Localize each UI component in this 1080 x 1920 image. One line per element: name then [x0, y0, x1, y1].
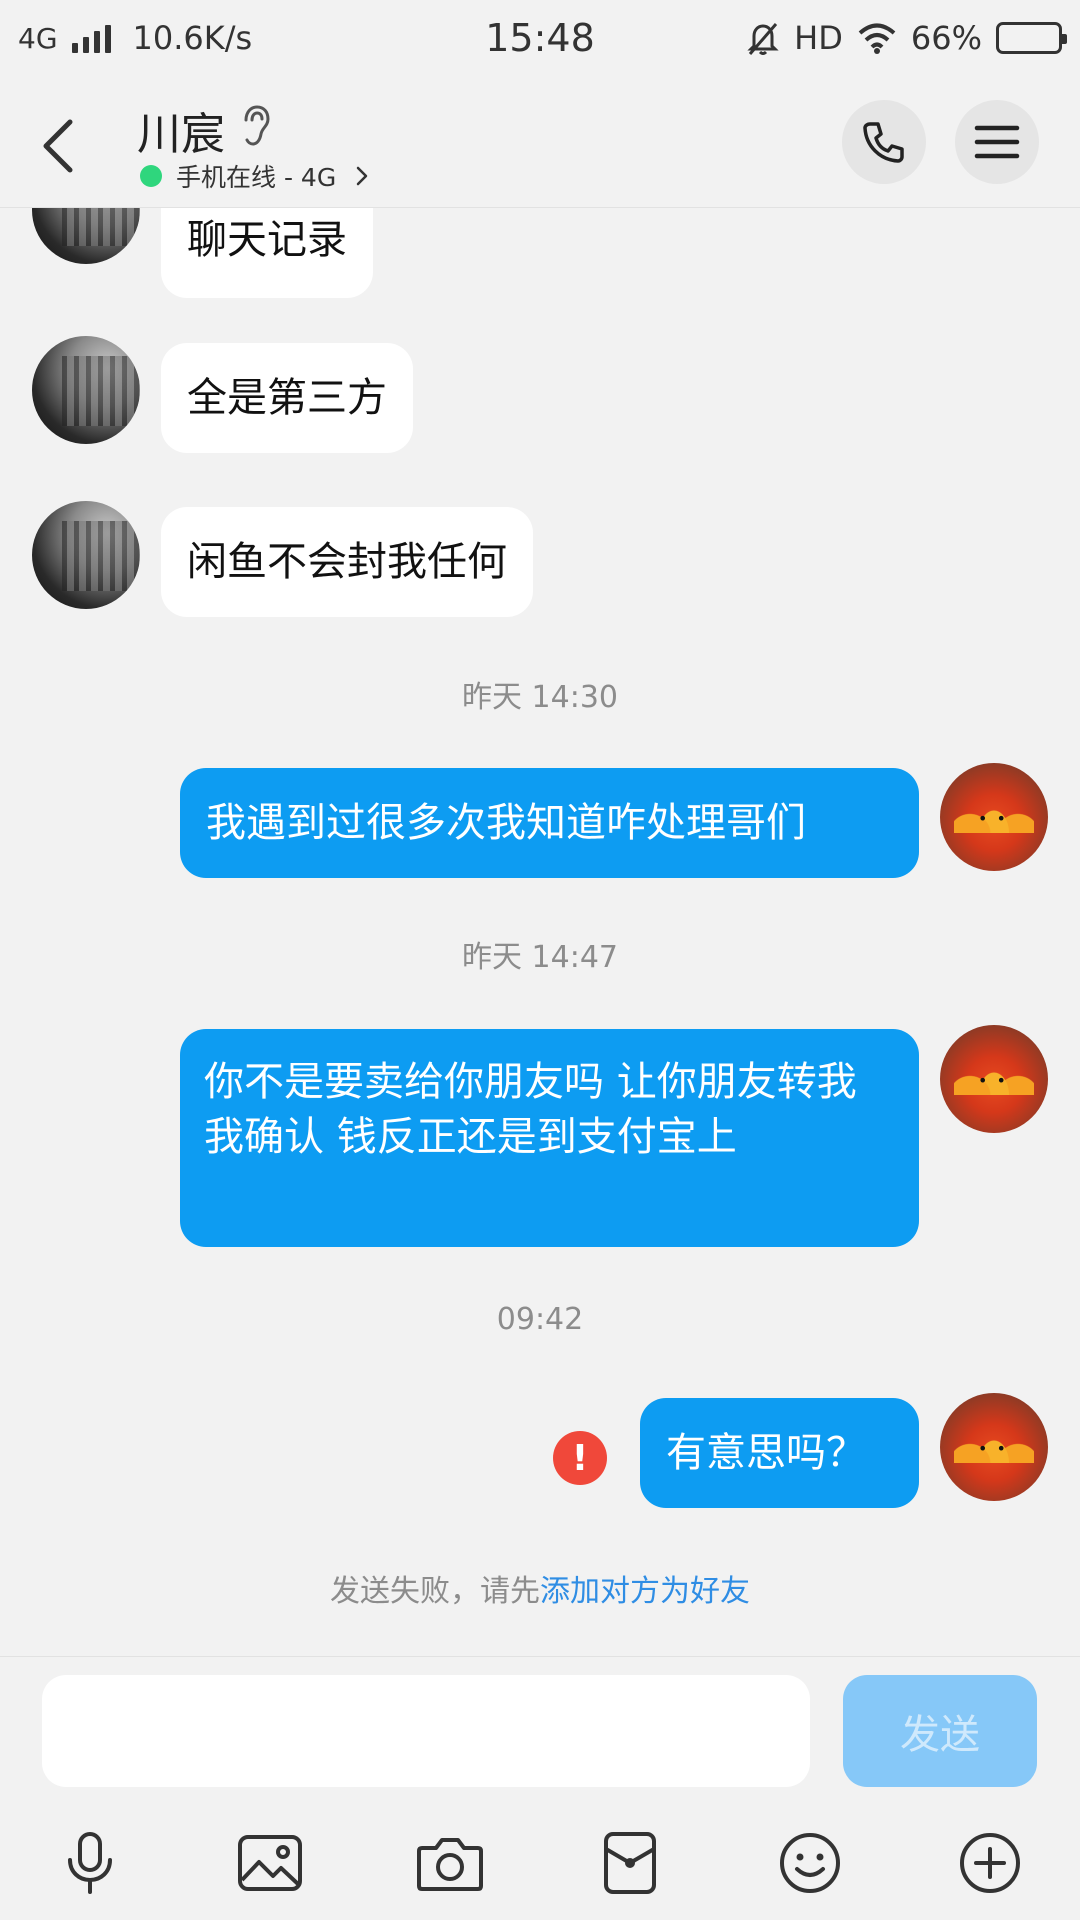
signal-icon — [71, 23, 111, 53]
battery-percent: 66% — [910, 19, 982, 57]
ear-icon[interactable] — [240, 104, 272, 148]
online-dot — [140, 165, 162, 187]
wifi-icon — [858, 23, 896, 54]
peer-avatar[interactable] — [32, 501, 140, 609]
back-button[interactable] — [32, 108, 92, 178]
message-bubble-outgoing[interactable]: 我遇到过很多次我知道咋处理哥们 — [180, 768, 919, 878]
microphone-icon — [68, 1832, 112, 1894]
more-button[interactable] — [954, 1827, 1026, 1899]
peer-avatar[interactable] — [32, 336, 140, 444]
chat-header: 川宸 手机在线 - 4G — [0, 76, 1080, 208]
message-bubble-incoming[interactable]: 闲鱼不会封我任何 — [161, 507, 533, 617]
plus-icon — [960, 1833, 1020, 1893]
voice-button[interactable] — [54, 1827, 126, 1899]
chat-message-list[interactable]: 聊天记录 全是第三方 闲鱼不会封我任何 昨天 14:30 我遇到过很多次我知道咋… — [0, 208, 1080, 1656]
network-type: 4G — [18, 21, 58, 55]
message-timestamp: 昨天 14:47 — [462, 940, 618, 975]
self-avatar[interactable] — [940, 1025, 1048, 1133]
red-packet-icon — [604, 1832, 656, 1894]
call-button[interactable] — [842, 100, 926, 184]
online-status[interactable]: 手机在线 - 4G — [140, 158, 370, 194]
network-speed: 10.6K/s — [132, 19, 253, 57]
image-icon — [238, 1835, 302, 1891]
message-bubble-outgoing[interactable]: 有意思吗？ — [640, 1398, 919, 1508]
hd-indicator: HD — [794, 19, 843, 57]
message-bubble-incoming[interactable]: 聊天记录 — [161, 208, 373, 298]
status-bar: 4G 10.6K/s 15:48 HD 66% — [0, 0, 1080, 76]
input-area: 发送 — [0, 1656, 1080, 1920]
emoji-icon — [780, 1833, 840, 1893]
mute-bell-icon — [747, 23, 779, 55]
online-status-text: 手机在线 - 4G — [176, 163, 337, 192]
chevron-left-icon — [43, 119, 73, 173]
message-input[interactable] — [42, 1675, 810, 1787]
self-avatar[interactable] — [940, 763, 1048, 871]
chevron-right-icon — [356, 166, 368, 186]
message-timestamp: 昨天 14:30 — [462, 680, 618, 715]
camera-icon — [417, 1838, 483, 1891]
phone-icon — [863, 122, 904, 163]
send-failure-notice: 发送失败，请先添加对方为好友 — [0, 1566, 1080, 1610]
add-friend-link[interactable]: 添加对方为好友 — [540, 1574, 750, 1609]
image-button[interactable] — [234, 1827, 306, 1899]
hamburger-menu-icon — [974, 125, 1020, 159]
message-bubble-incoming[interactable]: 全是第三方 — [161, 343, 413, 453]
failure-notice-text: 发送失败，请先 — [330, 1574, 540, 1609]
menu-button[interactable] — [955, 100, 1039, 184]
self-avatar[interactable] — [940, 1393, 1048, 1501]
status-right: HD 66% — [746, 19, 1067, 57]
red-packet-button[interactable] — [594, 1827, 666, 1899]
send-button[interactable]: 发送 — [843, 1675, 1037, 1787]
send-failed-icon[interactable]: ! — [553, 1431, 607, 1485]
camera-button[interactable] — [414, 1827, 486, 1899]
message-bubble-outgoing[interactable]: 你不是要卖给你朋友吗 让你朋友转我 我确认 钱反正还是到支付宝上 — [180, 1029, 919, 1247]
status-left: 4G 10.6K/s — [18, 19, 252, 57]
battery-icon — [996, 22, 1067, 54]
contact-name[interactable]: 川宸 — [137, 98, 225, 162]
emoji-button[interactable] — [774, 1827, 846, 1899]
input-toolbar — [0, 1817, 1080, 1907]
message-timestamp: 09:42 — [496, 1302, 584, 1337]
peer-avatar[interactable] — [32, 208, 140, 264]
